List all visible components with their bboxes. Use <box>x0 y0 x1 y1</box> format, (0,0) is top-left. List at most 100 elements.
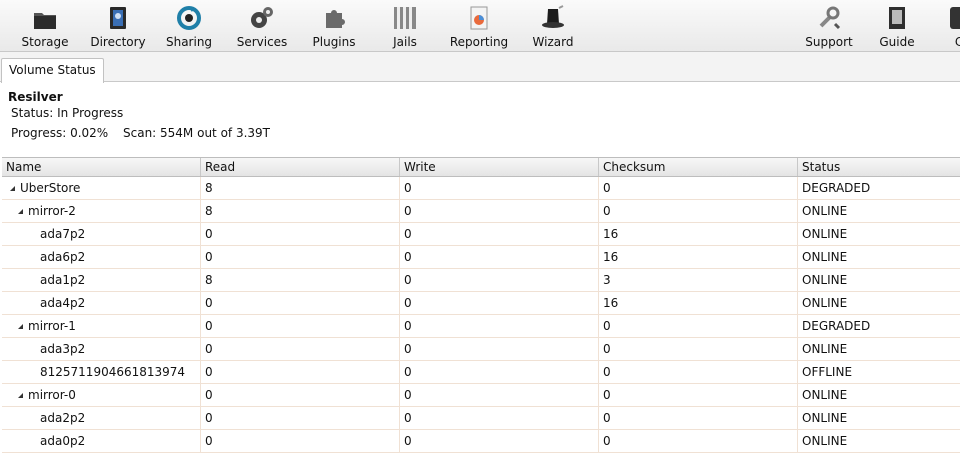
guide-icon <box>889 7 905 29</box>
name-cell: ada3p2 <box>2 338 201 360</box>
table-row[interactable]: 8125711904661813974 0 0 0 OFFLINE <box>2 361 960 384</box>
support-icon <box>819 6 841 30</box>
directory-label: Directory <box>90 35 146 49</box>
column-header-name[interactable]: Name <box>2 158 201 176</box>
status-cell: DEGRADED <box>802 181 871 195</box>
expand-triangle-icon[interactable] <box>18 324 23 329</box>
device-name: mirror-2 <box>28 204 76 218</box>
table-row[interactable]: ada6p2 0 0 16 ONLINE <box>2 246 960 269</box>
expand-triangle-icon[interactable] <box>18 209 23 214</box>
name-cell: ada4p2 <box>2 292 201 314</box>
storage-button[interactable]: Storage <box>22 4 68 50</box>
name-cell: mirror-2 <box>2 200 201 222</box>
device-name: mirror-1 <box>28 319 76 333</box>
write-cell: 0 <box>400 292 599 314</box>
checksum-cell: 0 <box>599 361 798 383</box>
column-header-read[interactable]: Read <box>201 158 400 176</box>
device-name: ada2p2 <box>40 411 86 425</box>
table-row[interactable]: mirror-0 0 0 0 ONLINE <box>2 384 960 407</box>
status-cell: ONLINE <box>802 227 848 241</box>
checksum-cell: 0 <box>599 315 798 337</box>
plugins-label: Plugins <box>312 35 356 49</box>
name-cell: mirror-1 <box>2 315 201 337</box>
read-cell: 8 <box>201 269 400 291</box>
checksum-cell: 0 <box>599 177 798 199</box>
checksum-cell: 0 <box>599 384 798 406</box>
expand-triangle-icon[interactable] <box>18 393 23 398</box>
table-row[interactable]: ada2p2 0 0 0 ONLINE <box>2 407 960 430</box>
resilver-scan: Scan: 554M out of 3.39T <box>123 126 270 140</box>
read-cell: 0 <box>201 407 400 429</box>
support-label: Support <box>805 35 853 49</box>
guide-label: Guide <box>879 35 915 49</box>
cut-off-icon <box>950 7 960 29</box>
write-cell: 0 <box>400 407 599 429</box>
write-cell: 0 <box>400 384 599 406</box>
table-row[interactable]: ada4p2 0 0 16 ONLINE <box>2 292 960 315</box>
services-button[interactable]: Services <box>237 4 287 50</box>
tab-volume-status[interactable]: Volume Status <box>1 58 104 83</box>
column-header-status[interactable]: Status <box>798 158 960 176</box>
read-cell: 0 <box>201 246 400 268</box>
table-row[interactable]: ada3p2 0 0 0 ONLINE <box>2 338 960 361</box>
table-row[interactable]: mirror-1 0 0 0 DEGRADED <box>2 315 960 338</box>
status-cell: DEGRADED <box>802 319 871 333</box>
write-cell: 0 <box>400 200 599 222</box>
sharing-button[interactable]: Sharing <box>165 4 213 50</box>
device-name: UberStore <box>20 181 81 195</box>
checksum-cell: 16 <box>599 246 798 268</box>
status-cell: ONLINE <box>802 388 848 402</box>
column-header-write[interactable]: Write <box>400 158 599 176</box>
table-row[interactable]: UberStore 8 0 0 DEGRADED <box>2 177 960 200</box>
services-icon <box>251 7 273 28</box>
device-name: ada1p2 <box>40 273 86 287</box>
read-cell: 0 <box>201 223 400 245</box>
guide-button[interactable]: Guide <box>879 4 915 50</box>
sharing-label: Sharing <box>165 35 213 49</box>
status-cell: ONLINE <box>802 250 848 264</box>
read-cell: 0 <box>201 430 400 452</box>
checksum-cell: 16 <box>599 292 798 314</box>
name-cell: mirror-0 <box>2 384 201 406</box>
cut-off-label: C <box>954 35 960 49</box>
checksum-cell: 0 <box>599 430 798 452</box>
device-name: ada4p2 <box>40 296 86 310</box>
table-row[interactable]: ada7p2 0 0 16 ONLINE <box>2 223 960 246</box>
read-cell: 8 <box>201 177 400 199</box>
write-cell: 0 <box>400 338 599 360</box>
wizard-label: Wizard <box>532 35 574 49</box>
write-cell: 0 <box>400 246 599 268</box>
directory-icon <box>110 7 126 29</box>
device-name: 8125711904661813974 <box>40 365 186 379</box>
expand-triangle-icon[interactable] <box>10 186 15 191</box>
sharing-icon <box>177 6 201 30</box>
tab-strip: Volume Status <box>0 52 960 83</box>
device-name: mirror-0 <box>28 388 76 402</box>
resilver-title: Resilver <box>8 90 63 104</box>
jails-button[interactable]: Jails <box>389 4 421 50</box>
resilver-status: Status: In Progress <box>11 106 124 120</box>
resilver-progress: Progress: 0.02% <box>11 126 109 140</box>
main-toolbar: Storage Directory Sharing Services Plugi… <box>0 0 960 52</box>
reporting-label: Reporting <box>449 35 509 49</box>
directory-button[interactable]: Directory <box>90 4 146 50</box>
name-cell: ada7p2 <box>2 223 201 245</box>
wizard-button[interactable]: Wizard <box>532 4 574 50</box>
cut-off-button[interactable]: C <box>948 4 960 50</box>
read-cell: 0 <box>201 361 400 383</box>
wizard-icon <box>542 5 564 28</box>
write-cell: 0 <box>400 177 599 199</box>
table-row[interactable]: ada0p2 0 0 0 ONLINE <box>2 430 960 453</box>
status-cell: ONLINE <box>802 273 848 287</box>
table-row[interactable]: mirror-2 8 0 0 ONLINE <box>2 200 960 223</box>
storage-icon <box>34 13 56 29</box>
table-row[interactable]: ada1p2 8 0 3 ONLINE <box>2 269 960 292</box>
support-button[interactable]: Support <box>805 4 853 50</box>
column-header-checksum[interactable]: Checksum <box>599 158 798 176</box>
plugins-button[interactable]: Plugins <box>312 4 356 50</box>
reporting-button[interactable]: Reporting <box>449 4 509 50</box>
write-cell: 0 <box>400 223 599 245</box>
volume-status-grid: Name Read Write Checksum Status UberStor… <box>2 157 960 453</box>
name-cell: 8125711904661813974 <box>2 361 201 383</box>
read-cell: 0 <box>201 292 400 314</box>
